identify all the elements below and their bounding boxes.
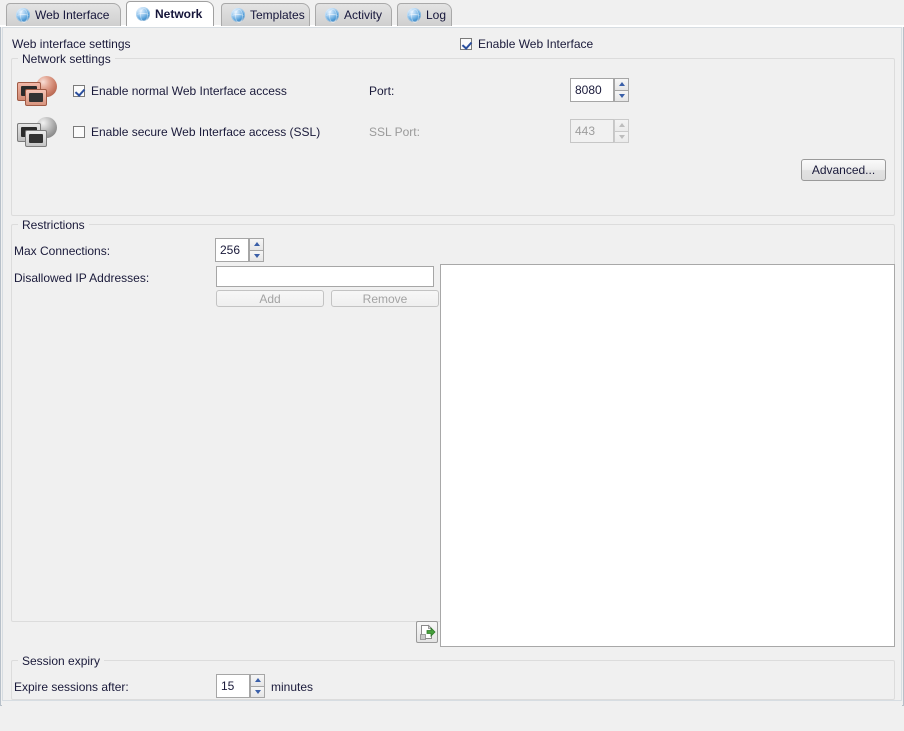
checkbox-box [73,85,85,97]
max-connections-stepper-up[interactable] [249,238,264,251]
checkbox-label: Enable normal Web Interface access [91,84,287,98]
expire-sessions-stepper[interactable] [250,674,265,698]
disallowed-ip-input[interactable] [216,266,434,287]
max-connections-stepper-down[interactable] [249,251,264,263]
tab-log[interactable]: Log [397,3,452,26]
tab-templates[interactable]: Templates [221,3,310,26]
minutes-label: minutes [271,680,313,694]
tab-web-interface[interactable]: Web Interface [6,3,121,26]
ssl-port-stepper[interactable] [614,119,629,143]
checkbox-label: Enable Web Interface [478,37,593,51]
enable-normal-access-checkbox[interactable]: Enable normal Web Interface access [73,84,287,98]
page-title: Web interface settings [12,37,131,51]
session-expiry-group [11,660,895,700]
globe-icon [231,8,245,22]
globe-icon [407,8,421,22]
tab-label: Activity [344,8,382,22]
expire-sessions-value: 15 [221,679,234,693]
expire-sessions-label: Expire sessions after: [14,680,129,694]
max-connections-stepper[interactable] [249,238,264,262]
chevron-up-icon [254,242,260,246]
expire-sessions-input[interactable]: 15 [216,674,250,698]
session-expiry-group-title: Session expiry [18,654,104,668]
checkbox-box [73,126,85,138]
globe-icon [136,7,150,21]
ssl-port-value: 443 [575,124,595,138]
tab-network[interactable]: Network [126,1,214,26]
chevron-down-icon [255,690,261,694]
ssl-port-stepper-up[interactable] [614,119,629,132]
tab-label: Network [155,7,202,21]
checkbox-label: Enable secure Web Interface access (SSL) [91,125,320,139]
enable-ssl-access-checkbox[interactable]: Enable secure Web Interface access (SSL) [73,125,320,139]
tab-label: Web Interface [35,8,109,22]
remove-ip-button[interactable]: Remove [331,290,439,307]
import-file-icon [417,622,437,642]
monitor-front-part [25,130,47,147]
screen-front-part [29,134,43,143]
max-connections-label: Max Connections: [14,244,110,258]
ssl-port-stepper-down[interactable] [614,132,629,144]
screen-front-part [29,93,43,102]
page-body: Web interface settings Enable Web Interf… [0,27,904,706]
computer-globe-gray-icon [17,117,57,147]
disallowed-ip-label: Disallowed IP Addresses: [14,271,149,285]
enable-web-interface-checkbox[interactable]: Enable Web Interface [460,37,593,51]
chevron-down-icon [619,135,625,139]
network-settings-group-title: Network settings [18,52,115,66]
port-input[interactable]: 8080 [570,78,614,102]
chevron-up-icon [255,678,261,682]
expire-sessions-stepper-down[interactable] [250,687,265,699]
tab-label: Templates [250,8,305,22]
chevron-down-icon [619,94,625,98]
chevron-up-icon [619,82,625,86]
max-connections-value: 256 [220,243,240,257]
globe-icon [325,8,339,22]
import-file-button[interactable] [416,621,438,643]
settings-window: Web Interface Network Templates Activity… [0,0,904,706]
add-ip-button[interactable]: Add [216,290,324,307]
port-stepper-up[interactable] [614,78,629,91]
computer-globe-red-icon [17,76,57,106]
globe-icon [16,8,30,22]
restrictions-group-title: Restrictions [18,218,89,232]
chevron-down-icon [254,254,260,258]
checkbox-box [460,38,472,50]
disallowed-ip-list[interactable] [440,264,895,647]
tab-label: Log [426,8,446,22]
port-stepper[interactable] [614,78,629,102]
ssl-port-input[interactable]: 443 [570,119,614,143]
monitor-front-part [25,89,47,106]
tab-activity[interactable]: Activity [315,3,392,26]
expire-sessions-stepper-up[interactable] [250,674,265,687]
ssl-port-label: SSL Port: [369,125,420,139]
advanced-button[interactable]: Advanced... [801,159,886,181]
settings-panel: Web interface settings Enable Web Interf… [2,27,902,701]
chevron-up-icon [619,123,625,127]
port-value: 8080 [575,83,602,97]
port-label: Port: [369,84,394,98]
max-connections-input[interactable]: 256 [215,238,249,262]
tab-bar: Web Interface Network Templates Activity… [0,0,904,27]
port-stepper-down[interactable] [614,91,629,103]
